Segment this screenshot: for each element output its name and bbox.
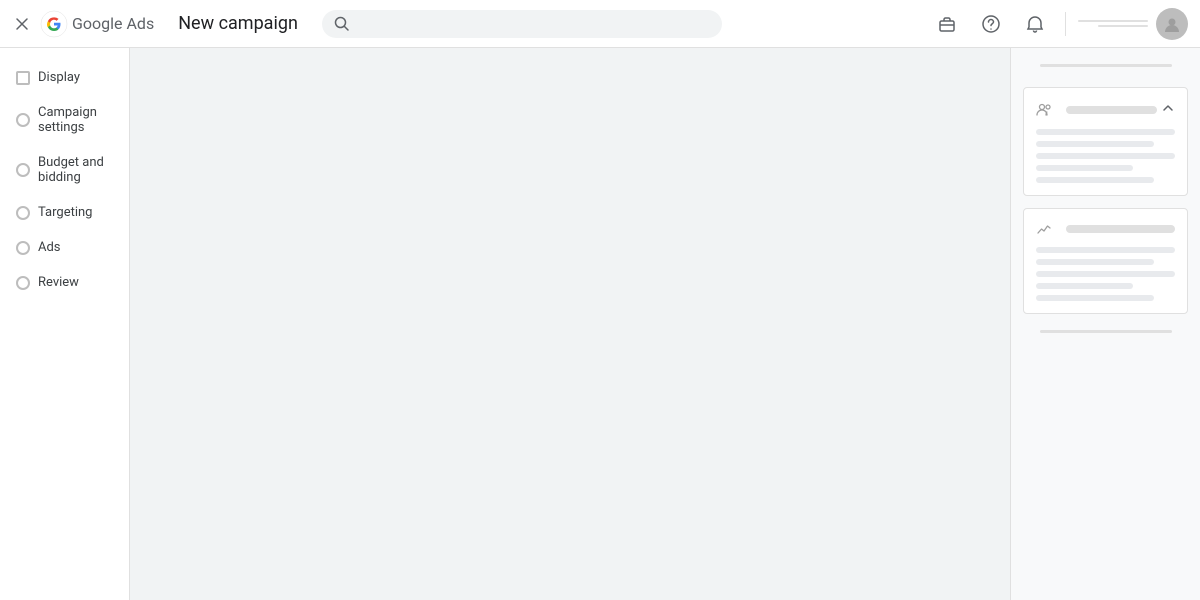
sidebar-label-ads: Ads — [38, 240, 61, 255]
sidebar-label-campaign-settings: Campaign settings — [38, 105, 113, 135]
content-line — [1036, 271, 1175, 277]
content-line — [1036, 141, 1154, 147]
bell-icon — [1025, 14, 1045, 34]
account-lines — [1078, 20, 1148, 27]
cursor-area — [130, 48, 1010, 600]
sidebar-label-budget-bidding: Budget and bidding — [38, 155, 113, 185]
audience-icon — [1036, 102, 1052, 118]
account-line-1 — [1078, 20, 1148, 22]
panel-card-2 — [1023, 208, 1188, 314]
card-2-title-line — [1066, 225, 1175, 233]
avatar-icon — [1163, 15, 1181, 33]
sidebar-label-review: Review — [38, 275, 79, 290]
panel-top-line — [1040, 64, 1172, 67]
radio-budget-bidding — [16, 163, 30, 177]
sidebar-label-display: Display — [38, 70, 80, 85]
sidebar-label-targeting: Targeting — [38, 205, 92, 220]
chart-icon — [1036, 221, 1052, 237]
briefcase-button[interactable] — [929, 6, 965, 42]
chevron-up-icon[interactable] — [1161, 100, 1175, 119]
card-2-content — [1036, 247, 1175, 301]
content-line — [1036, 129, 1175, 135]
content-line — [1036, 165, 1133, 171]
help-icon — [981, 14, 1001, 34]
sidebar: Display Campaign settings Budget and bid… — [0, 48, 130, 600]
search-input[interactable] — [358, 16, 710, 32]
page-title: New campaign — [178, 13, 298, 34]
card-1-title-line — [1066, 106, 1157, 114]
topbar: Google Ads New campaign — [0, 0, 1200, 48]
search-icon — [334, 16, 350, 32]
briefcase-icon — [937, 14, 957, 34]
right-panel — [1010, 48, 1200, 600]
google-icon — [40, 10, 68, 38]
account-line-2 — [1098, 25, 1148, 27]
sidebar-item-review[interactable]: Review — [0, 265, 129, 300]
notifications-button[interactable] — [1017, 6, 1053, 42]
sidebar-item-targeting[interactable]: Targeting — [0, 195, 129, 230]
panel-card-1-header — [1036, 100, 1175, 119]
radio-targeting — [16, 206, 30, 220]
sidebar-item-campaign-settings[interactable]: Campaign settings — [0, 95, 129, 145]
content-line — [1036, 177, 1154, 183]
content-line — [1036, 247, 1175, 253]
main-layout: Display Campaign settings Budget and bid… — [0, 48, 1200, 600]
radio-ads — [16, 241, 30, 255]
search-input-wrap[interactable] — [322, 10, 722, 38]
content-area — [130, 48, 1010, 600]
sidebar-item-display[interactable]: Display — [0, 60, 129, 95]
sidebar-item-budget-bidding[interactable]: Budget and bidding — [0, 145, 129, 195]
content-line — [1036, 259, 1154, 265]
brand-text: Google Ads — [72, 14, 154, 33]
panel-bottom-line — [1040, 330, 1172, 333]
content-line — [1036, 295, 1154, 301]
google-logo: Google Ads — [40, 10, 154, 38]
topbar-divider — [1065, 12, 1066, 36]
help-button[interactable] — [973, 6, 1009, 42]
topbar-left: Google Ads New campaign — [12, 10, 298, 38]
radio-campaign-settings — [16, 113, 30, 127]
content-line — [1036, 153, 1175, 159]
close-icon[interactable] — [12, 14, 32, 34]
search-bar — [322, 10, 722, 38]
panel-card-1 — [1023, 87, 1188, 196]
card-1-content — [1036, 129, 1175, 183]
avatar[interactable] — [1156, 8, 1188, 40]
sidebar-item-ads[interactable]: Ads — [0, 230, 129, 265]
panel-card-2-header — [1036, 221, 1175, 237]
display-icon — [16, 71, 30, 85]
radio-review — [16, 276, 30, 290]
content-line — [1036, 283, 1133, 289]
topbar-right — [929, 6, 1188, 42]
